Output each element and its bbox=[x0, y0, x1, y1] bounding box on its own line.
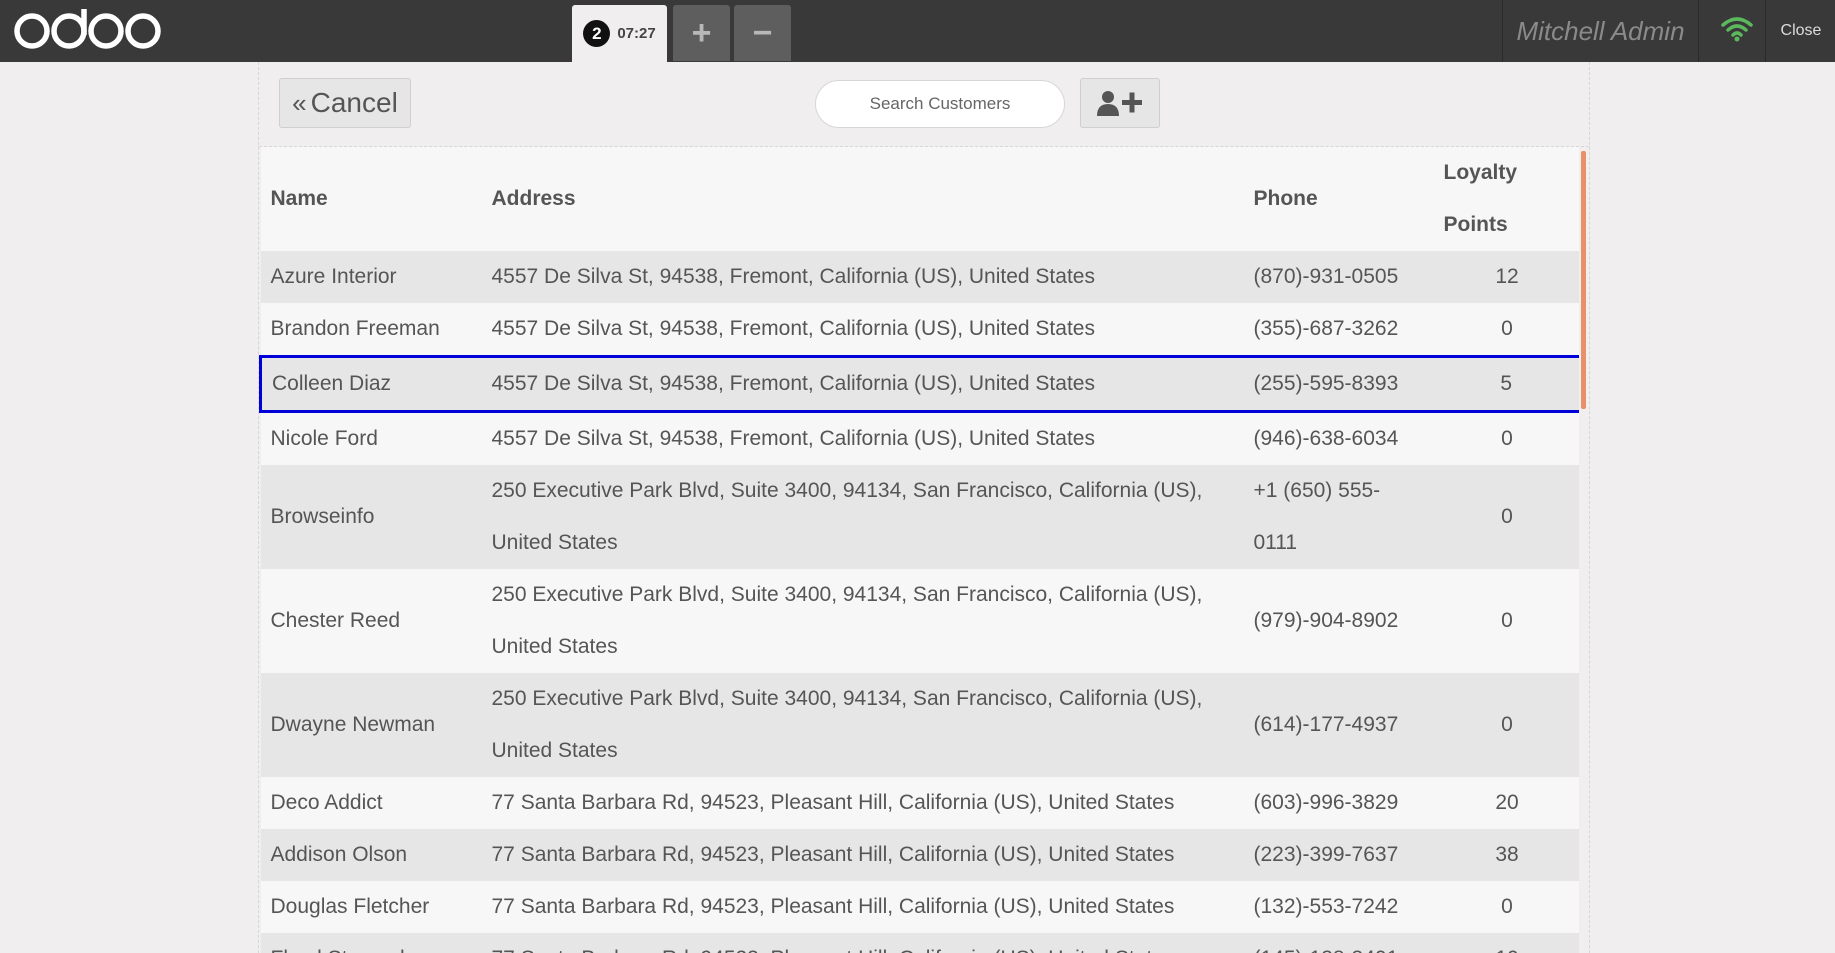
user-name: Mitchell Admin bbox=[1516, 15, 1685, 46]
customer-name: Chester Reed bbox=[260, 569, 482, 673]
customer-loyalty-points: 0 bbox=[1433, 465, 1579, 569]
table-row[interactable]: Addison Olson 77 Santa Barbara Rd, 94523… bbox=[260, 829, 1579, 881]
customer-phone: (355)-687-3262 bbox=[1243, 303, 1434, 357]
user-plus-icon bbox=[1097, 91, 1142, 116]
customer-address: 77 Santa Barbara Rd, 94523, Pleasant Hil… bbox=[481, 881, 1244, 933]
customer-phone: (870)-931-0505 bbox=[1243, 251, 1434, 303]
customer-name: Nicole Ford bbox=[260, 411, 482, 465]
table-row[interactable]: Douglas Fletcher 77 Santa Barbara Rd, 94… bbox=[260, 881, 1579, 933]
customer-phone: (946)-638-6034 bbox=[1243, 411, 1434, 465]
table-row[interactable]: Chester Reed 250 Executive Park Blvd, Su… bbox=[260, 569, 1579, 673]
plus-icon: + bbox=[691, 13, 712, 52]
close-button[interactable]: Close bbox=[1765, 0, 1835, 62]
order-tab-active[interactable]: 2 07:27 bbox=[572, 5, 667, 62]
cancel-label: Cancel bbox=[310, 87, 398, 118]
double-chevron-left-icon: « bbox=[292, 87, 307, 118]
customer-address: 4557 De Silva St, 94538, Fremont, Califo… bbox=[481, 303, 1244, 357]
customer-phone: (132)-553-7242 bbox=[1243, 881, 1434, 933]
customer-phone: +1 (650) 555-0111 bbox=[1243, 465, 1434, 569]
customer-address: 4557 De Silva St, 94538, Fremont, Califo… bbox=[481, 411, 1244, 465]
customer-name: Azure Interior bbox=[260, 251, 482, 303]
wifi-icon bbox=[1721, 17, 1753, 42]
customer-name: Douglas Fletcher bbox=[260, 881, 482, 933]
column-header-address: Address bbox=[481, 147, 1244, 251]
add-order-button[interactable]: + bbox=[673, 5, 730, 61]
minus-icon: − bbox=[752, 13, 773, 52]
add-customer-button[interactable] bbox=[1080, 78, 1160, 128]
table-row[interactable]: Nicole Ford 4557 De Silva St, 94538, Fre… bbox=[260, 411, 1579, 465]
customer-address: 250 Executive Park Blvd, Suite 3400, 941… bbox=[481, 673, 1244, 777]
customer-phone: (603)-996-3829 bbox=[1243, 777, 1434, 829]
customer-loyalty-points: 10 bbox=[1433, 933, 1579, 953]
customer-loyalty-points: 0 bbox=[1433, 303, 1579, 357]
customer-name: Addison Olson bbox=[260, 829, 482, 881]
customer-name: Browseinfo bbox=[260, 465, 482, 569]
customer-address: 77 Santa Barbara Rd, 94523, Pleasant Hil… bbox=[481, 777, 1244, 829]
table-row[interactable]: Deco Addict 77 Santa Barbara Rd, 94523, … bbox=[260, 777, 1579, 829]
customer-loyalty-points: 12 bbox=[1433, 251, 1579, 303]
column-header-phone: Phone bbox=[1243, 147, 1434, 251]
customer-phone: (223)-399-7637 bbox=[1243, 829, 1434, 881]
table-header-row: Name Address Phone Loyalty Points bbox=[260, 147, 1579, 251]
customer-phone: (145)-138-3401 bbox=[1243, 933, 1434, 953]
customer-loyalty-points: 0 bbox=[1433, 411, 1579, 465]
user-name-box[interactable]: Mitchell Admin bbox=[1502, 0, 1699, 62]
order-number-badge: 2 bbox=[583, 20, 611, 47]
customer-loyalty-points: 38 bbox=[1433, 829, 1579, 881]
customer-name: Brandon Freeman bbox=[260, 303, 482, 357]
customer-phone: (979)-904-8902 bbox=[1243, 569, 1434, 673]
table-row[interactable]: Azure Interior 4557 De Silva St, 94538, … bbox=[260, 251, 1579, 303]
customer-loyalty-points: 0 bbox=[1433, 569, 1579, 673]
customer-list-panel: « Cancel Name Address bbox=[258, 62, 1590, 953]
table-row[interactable]: Dwayne Newman 250 Executive Park Blvd, S… bbox=[260, 673, 1579, 777]
customer-name: Deco Addict bbox=[260, 777, 482, 829]
customer-address: 250 Executive Park Blvd, Suite 3400, 941… bbox=[481, 569, 1244, 673]
top-bar: 2 07:27 + − Mitchell Admin Close bbox=[0, 0, 1835, 62]
customer-name: Floyd Steward bbox=[260, 933, 482, 953]
customer-address: 4557 De Silva St, 94538, Fremont, Califo… bbox=[481, 251, 1244, 303]
customer-name: Colleen Diaz bbox=[259, 355, 482, 413]
column-header-loyalty-points: Loyalty Points bbox=[1433, 147, 1579, 251]
customer-address: 77 Santa Barbara Rd, 94523, Pleasant Hil… bbox=[481, 933, 1244, 953]
close-label: Close bbox=[1780, 22, 1822, 39]
customer-phone: (255)-595-8393 bbox=[1243, 355, 1434, 413]
cancel-button[interactable]: « Cancel bbox=[279, 78, 411, 128]
table-row[interactable]: Brandon Freeman 4557 De Silva St, 94538,… bbox=[260, 303, 1579, 357]
customer-table-container: Name Address Phone Loyalty Points Azure … bbox=[259, 147, 1579, 953]
table-row[interactable]: Floyd Steward 77 Santa Barbara Rd, 94523… bbox=[260, 933, 1579, 953]
odoo-logo bbox=[14, 9, 161, 49]
search-customers-input[interactable] bbox=[815, 80, 1065, 128]
customer-loyalty-points: 0 bbox=[1433, 881, 1579, 933]
customer-address: 4557 De Silva St, 94538, Fremont, Califo… bbox=[481, 355, 1244, 413]
customer-address: 250 Executive Park Blvd, Suite 3400, 941… bbox=[481, 465, 1244, 569]
customer-table: Name Address Phone Loyalty Points Azure … bbox=[259, 147, 1579, 953]
customer-loyalty-points: 0 bbox=[1433, 673, 1579, 777]
table-row[interactable]: Browseinfo 250 Executive Park Blvd, Suit… bbox=[260, 465, 1579, 569]
column-header-name: Name bbox=[260, 147, 482, 251]
table-row-selected[interactable]: Colleen Diaz 4557 De Silva St, 94538, Fr… bbox=[259, 355, 1579, 413]
customer-loyalty-points: 5 bbox=[1433, 355, 1579, 413]
table-scrollbar[interactable] bbox=[1581, 151, 1586, 409]
customer-name: Dwayne Newman bbox=[260, 673, 482, 777]
customer-loyalty-points: 20 bbox=[1433, 777, 1579, 829]
customer-phone: (614)-177-4937 bbox=[1243, 673, 1434, 777]
customer-address: 77 Santa Barbara Rd, 94523, Pleasant Hil… bbox=[481, 829, 1244, 881]
order-time: 07:27 bbox=[617, 25, 656, 42]
customer-list-header: « Cancel bbox=[259, 62, 1589, 147]
remove-order-button[interactable]: − bbox=[734, 5, 791, 61]
